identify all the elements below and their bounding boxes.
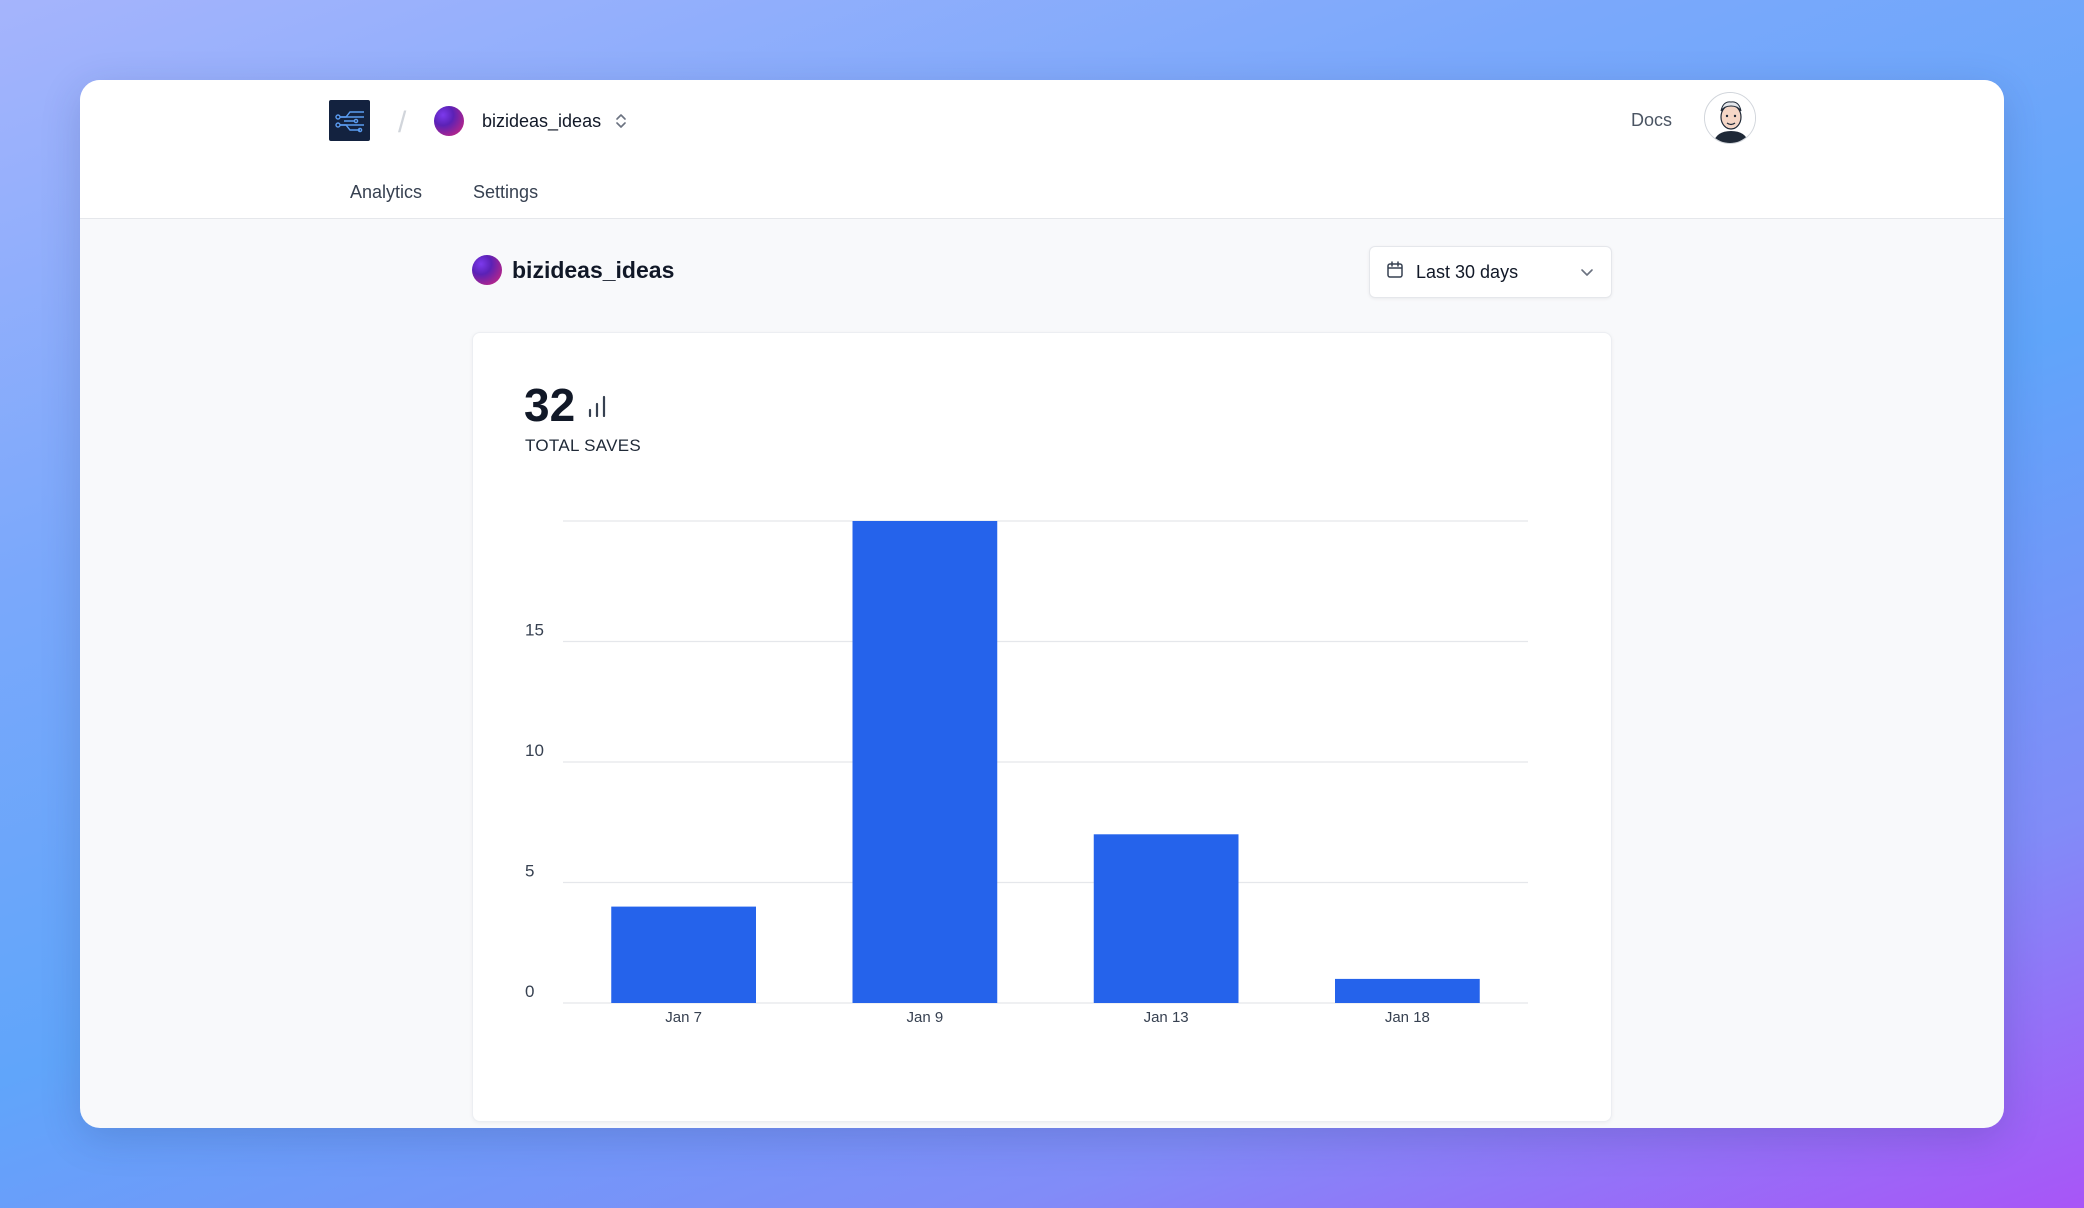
project-switcher[interactable]: bizideas_ideas	[434, 106, 627, 136]
y-tick-label: 5	[525, 862, 534, 881]
breadcrumb-separator: /	[398, 106, 407, 139]
y-tick-label: 0	[525, 982, 534, 1001]
page-title-text: bizideas_ideas	[512, 256, 675, 283]
bar	[1093, 834, 1239, 1003]
bar	[852, 521, 998, 1003]
metric-total: 32	[524, 382, 607, 428]
metric-value: 32	[524, 379, 576, 431]
chevron-down-icon	[1579, 264, 1595, 285]
x-tick-label: Jan 18	[1385, 1009, 1430, 1026]
project-avatar	[472, 255, 502, 285]
docs-link[interactable]: Docs	[1631, 110, 1672, 131]
chevron-updown-icon	[615, 112, 627, 130]
project-avatar	[434, 106, 464, 136]
app-window: / bizideas_ideas Docs Analytics Settings…	[80, 80, 2004, 1128]
date-range-select[interactable]: Last 30 days	[1369, 246, 1612, 298]
circuit-logo-icon[interactable]	[329, 100, 370, 141]
calendar-icon	[1386, 260, 1404, 284]
bar-chart-icon[interactable]	[587, 395, 607, 422]
nav-tabs: Analytics Settings	[350, 182, 538, 203]
y-tick-label: 10	[525, 741, 544, 760]
tab-settings[interactable]: Settings	[473, 182, 538, 203]
x-tick-label: Jan 13	[1144, 1009, 1189, 1026]
metric-label: TOTAL SAVES	[525, 436, 642, 455]
analytics-card: 0 5 10 15 Jan 7 Jan 9 Jan 13 Jan 18 32 TOTAL SA…	[472, 332, 1612, 1122]
user-avatar[interactable]	[1704, 92, 1756, 144]
page-title: bizideas_ideas	[472, 255, 674, 285]
bar	[1335, 978, 1480, 1003]
y-tick-label: 15	[525, 621, 544, 640]
saves-bar-chart: 0 5 10 15 Jan 7 Jan 9 Jan 13 Jan 18	[525, 520, 1528, 1026]
bar	[611, 906, 756, 1003]
top-header: / bizideas_ideas Docs Analytics Settings	[80, 80, 2004, 219]
x-tick-label: Jan 9	[907, 1009, 944, 1026]
tab-analytics[interactable]: Analytics	[350, 182, 422, 203]
date-range-value: Last 30 days	[1416, 261, 1519, 282]
project-switcher-label: bizideas_ideas	[482, 110, 602, 131]
x-tick-label: Jan 7	[665, 1009, 702, 1026]
